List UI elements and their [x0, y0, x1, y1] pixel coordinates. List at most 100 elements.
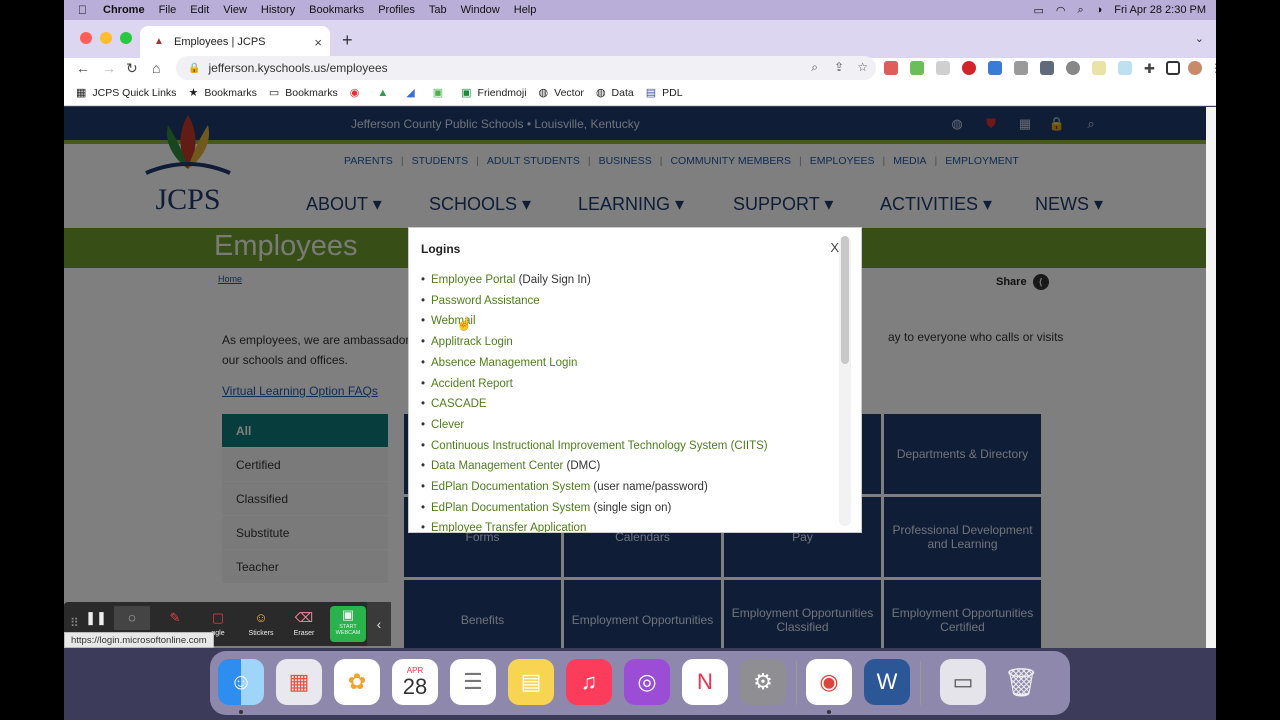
spotlight-icon[interactable]: ⌕ [1077, 4, 1083, 17]
extension-icon[interactable] [910, 61, 924, 75]
reload-button[interactable]: ↻ [126, 60, 138, 77]
bookmark-item[interactable]: ▣ Friendmoji [461, 86, 526, 100]
finder-icon[interactable]: ☺ [218, 659, 264, 705]
browser-menu-icon[interactable]: ⋮ [1210, 61, 1216, 75]
news-icon[interactable]: N [682, 659, 728, 705]
login-link-absence-management[interactable]: Absence Management Login [431, 357, 577, 369]
modal-scrollbar-thumb[interactable] [841, 236, 849, 364]
macos-menu-bar:  Chrome File Edit View History Bookmark… [64, 0, 1216, 20]
zoom-icon[interactable]: ⌕ [811, 60, 818, 75]
extension-icon[interactable] [884, 61, 898, 75]
list-item: • Clever [421, 418, 465, 431]
share-page-icon[interactable]: ⇪ [834, 60, 844, 74]
forward-button[interactable]: → [102, 60, 116, 76]
pen-button[interactable]: ✎ [157, 606, 193, 630]
side-panel-icon[interactable] [1166, 61, 1180, 75]
login-link-password-assistance[interactable]: Password Assistance [431, 295, 540, 307]
bookmark-item[interactable]: ▣ [433, 86, 449, 99]
bookmark-item[interactable]: ◢ [406, 86, 420, 99]
chrome-icon[interactable]: ◉ [806, 659, 852, 705]
menu-window[interactable]: Window [461, 4, 500, 16]
bookmark-item[interactable]: ◍ Vector [539, 86, 584, 100]
new-tab-button[interactable]: + [342, 30, 353, 51]
lock-icon[interactable]: 🔒 [188, 63, 200, 74]
bookmark-item[interactable]: ◍ Data [596, 86, 634, 100]
login-link-dmc[interactable]: Data Management Center [431, 460, 563, 472]
login-link-employee-portal[interactable]: Employee Portal [431, 274, 515, 286]
bookmark-label: PDL [662, 86, 683, 99]
bookmark-label: Bookmarks [204, 86, 257, 99]
menu-help[interactable]: Help [514, 4, 537, 16]
menu-view[interactable]: View [223, 4, 247, 16]
bookmark-label: Bookmarks [285, 86, 338, 99]
photos-icon[interactable]: ✿ [334, 659, 380, 705]
login-link-accident-report[interactable]: Accident Report [431, 378, 513, 390]
bookmark-item[interactable]: ★ Bookmarks [188, 86, 257, 100]
music-icon[interactable]: ♫ [566, 659, 612, 705]
login-link-employee-transfer[interactable]: Employee Transfer Application [431, 522, 586, 532]
login-link-cascade[interactable]: CASCADE [431, 398, 487, 410]
home-button[interactable]: ⌂ [152, 60, 160, 76]
draw-button[interactable]: ◌ [114, 606, 150, 630]
zoom-window-button[interactable] [120, 32, 132, 44]
trash-icon[interactable]: 🗑 [998, 659, 1044, 705]
back-button[interactable]: ← [76, 60, 90, 76]
reminders-icon[interactable]: ☰ [450, 659, 496, 705]
extension-icon[interactable] [1066, 61, 1080, 75]
battery-icon[interactable]: ▭ [1033, 4, 1043, 17]
wifi-icon[interactable]: ◠ [1056, 4, 1066, 17]
url-text[interactable]: jefferson.kyschools.us/employees [208, 61, 387, 75]
menu-edit[interactable]: Edit [190, 4, 209, 16]
extension-icon[interactable] [1014, 61, 1028, 75]
bookmark-item[interactable]: ▤ PDL [646, 86, 683, 100]
opera-extension-icon[interactable] [962, 61, 976, 75]
tab-search-icon[interactable]: ⌄ [1195, 32, 1204, 45]
extension-icon[interactable] [1118, 61, 1132, 75]
bookmark-item[interactable]: ◉ [350, 86, 366, 99]
modal-close-button[interactable]: X [830, 240, 839, 255]
extensions-puzzle-icon[interactable]: ✚ [1144, 61, 1158, 76]
system-settings-icon[interactable]: ⚙ [740, 659, 786, 705]
tab-close-icon[interactable]: × [314, 35, 322, 50]
chrome-window-thumbnail-icon[interactable]: ▭ [940, 659, 986, 705]
notes-icon[interactable]: ▤ [508, 659, 554, 705]
menu-file[interactable]: File [159, 4, 177, 16]
apple-menu-icon[interactable]:  [78, 3, 87, 17]
bookmark-folder[interactable]: ▭ Bookmarks [269, 86, 338, 100]
login-link-ciits[interactable]: Continuous Instructional Improvement Tec… [431, 440, 768, 452]
running-indicator [239, 710, 243, 714]
bookmark-item[interactable]: ▦ JCPS Quick Links [76, 86, 176, 100]
extension-icon[interactable] [1040, 61, 1054, 75]
eraser-button[interactable]: ⌫ Eraser [286, 606, 322, 637]
podcasts-icon[interactable]: ◎ [624, 659, 670, 705]
menu-bookmarks[interactable]: Bookmarks [309, 4, 364, 16]
profile-avatar[interactable] [1188, 61, 1202, 75]
extension-icon[interactable] [988, 61, 1002, 75]
page-scrollbar[interactable] [1206, 107, 1216, 648]
menu-profiles[interactable]: Profiles [378, 4, 415, 16]
control-center-icon[interactable]: ◑ [1096, 4, 1103, 16]
minimize-window-button[interactable] [100, 32, 112, 44]
login-link-edplan-password[interactable]: EdPlan Documentation System [431, 481, 590, 493]
login-link-applitrack[interactable]: Applitrack Login [431, 336, 513, 348]
bookmark-star-icon[interactable]: ☆ [857, 60, 868, 74]
word-icon[interactable]: W [864, 659, 910, 705]
close-window-button[interactable] [80, 32, 92, 44]
extension-icon[interactable] [936, 61, 950, 75]
menu-app-name[interactable]: Chrome [103, 4, 145, 16]
bookmark-item[interactable]: ▲ [377, 87, 394, 99]
start-webcam-button[interactable]: ▣ START WEBCAM [330, 606, 366, 642]
login-link-edplan-sso[interactable]: EdPlan Documentation System [431, 502, 590, 514]
launchpad-icon[interactable]: ▦ [276, 659, 322, 705]
tab-employees[interactable]: ▲ Employees | JCPS × [140, 26, 330, 58]
address-bar[interactable]: 🔒 jefferson.kyschools.us/employees ⌕ ⇪ ☆ [176, 56, 876, 80]
stickers-button[interactable]: ☺ Stickers [243, 606, 279, 637]
calendar-app-icon[interactable]: APR 28 [392, 659, 438, 705]
menu-tab[interactable]: Tab [429, 4, 447, 16]
collapse-toolbar-button[interactable]: ‹ [367, 602, 391, 646]
menu-history[interactable]: History [261, 4, 295, 16]
pause-button[interactable]: ❚❚ [78, 606, 114, 630]
extension-icon[interactable] [1092, 61, 1106, 75]
menu-clock[interactable]: Fri Apr 28 2:30 PM [1114, 4, 1206, 16]
login-link-clever[interactable]: Clever [431, 419, 464, 431]
